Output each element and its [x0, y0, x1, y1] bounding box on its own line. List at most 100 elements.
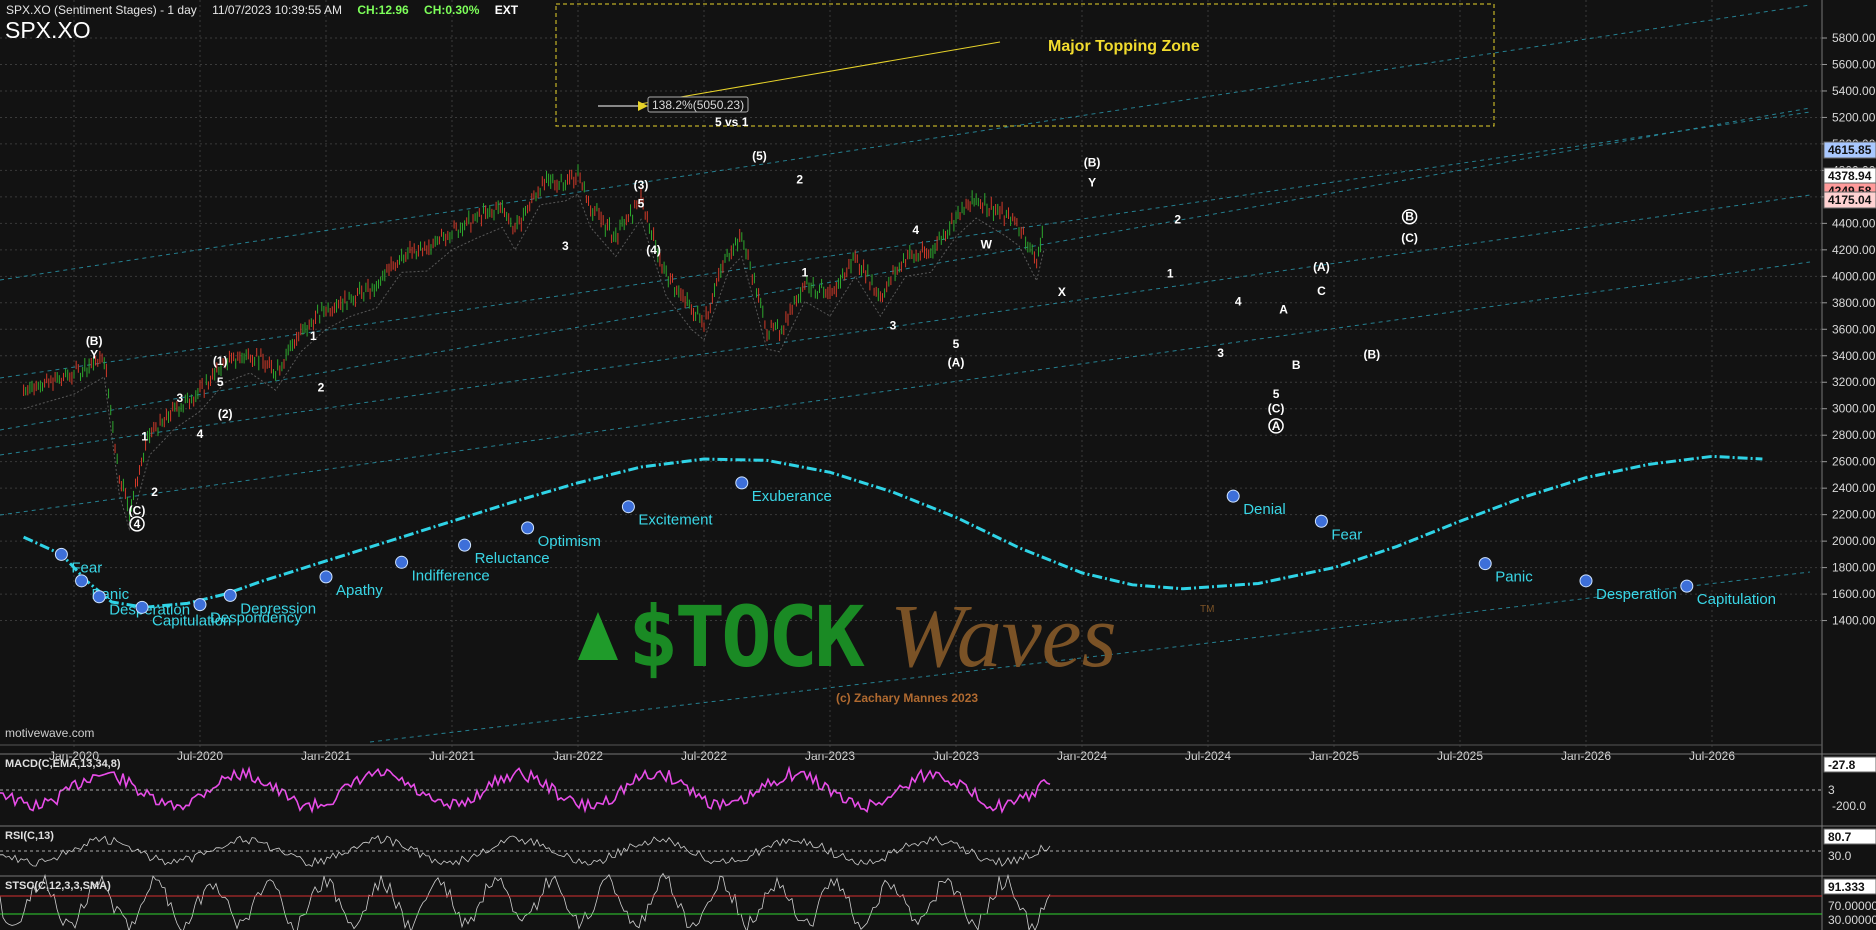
y-tick-label: 1600.00	[1832, 587, 1876, 601]
wave-label: B	[1405, 210, 1414, 224]
wave-label: 1	[310, 329, 317, 343]
sentiment-stage-dot	[319, 570, 333, 584]
wave-label: (4)	[646, 243, 661, 257]
indicator-value-2: 70.00000	[1828, 899, 1876, 913]
sentiment-stage-label: Indifference	[412, 567, 490, 584]
sentiment-stage-label: Optimism	[538, 533, 601, 550]
wave-label: 5	[1273, 387, 1280, 401]
wave-label: 2	[1174, 212, 1181, 226]
sentiment-stage-label: Fear	[71, 559, 102, 576]
wave-label: 3	[176, 391, 183, 405]
chart-change: CH:12.96	[357, 3, 409, 17]
wave-label: 1	[1167, 267, 1174, 281]
y-tick-label: 1400.00	[1832, 614, 1876, 628]
sentiment-stage-dot	[1579, 574, 1593, 588]
y-tick-label: 2800.00	[1832, 428, 1876, 442]
indicator-value: 80.7	[1828, 830, 1852, 844]
indicator-label: RSI(C,13)	[5, 830, 54, 842]
brand-waves: Waves	[890, 587, 1117, 686]
sentiment-stage-label: Capitulation	[1697, 591, 1776, 608]
x-tick-label: Jan-2024	[1057, 749, 1107, 763]
wave-label: 3	[562, 239, 569, 253]
wave-label: A	[1279, 302, 1288, 316]
y-tick-label: 4200.00	[1832, 243, 1876, 257]
wave-label: 4	[1235, 294, 1242, 308]
wave-label: A	[1272, 419, 1281, 433]
wave-label: (A)	[1313, 260, 1330, 274]
symbol-label: SPX.XO	[5, 17, 91, 43]
wave-label: (1)	[213, 354, 228, 368]
sentiment-stage-dot	[1314, 514, 1328, 528]
wave-label: Y	[90, 347, 98, 361]
y-tick-label: 2000.00	[1832, 534, 1876, 548]
chart-title: SPX.XO (Sentiment Stages) - 1 day	[6, 3, 197, 17]
sentiment-stage-dot	[521, 521, 535, 535]
wave-label: 1	[801, 265, 808, 279]
y-tick-label: 5200.00	[1832, 110, 1876, 124]
wave-label: C	[1317, 284, 1326, 298]
x-tick-label: Jul-2023	[933, 749, 979, 763]
brand-stock: $TOCK	[628, 588, 865, 686]
wave-label: (B)	[1363, 347, 1380, 361]
sentiment-stage-dot	[395, 555, 409, 569]
chart-datetime: 11/07/2023 10:39:55 AM	[212, 3, 342, 17]
sentiment-stage-dot	[223, 588, 237, 602]
x-tick-label: Jan-2021	[301, 749, 351, 763]
y-tick-label: 2600.00	[1832, 455, 1876, 469]
wave-label: 2	[151, 485, 158, 499]
sentiment-stage-dot	[92, 590, 106, 604]
indicator-value: 91.333	[1828, 880, 1865, 894]
wave-label: 2	[318, 381, 325, 395]
wave-label: 5	[638, 196, 645, 210]
y-tick-label: 4000.00	[1832, 269, 1876, 283]
indicator-scale: -200.0	[1832, 799, 1866, 813]
sentiment-stage-label: Excitement	[638, 512, 713, 529]
wave-label: (2)	[218, 407, 233, 421]
sentiment-stage-dot	[735, 476, 749, 490]
indicator-value-2: 30.0	[1828, 849, 1852, 863]
sentiment-stage-dot	[1226, 489, 1240, 503]
chart-window[interactable]: Major Topping Zone 138.2%(5050.23) 5 vs 1 …	[0, 0, 1876, 930]
chart-svg[interactable]: Major Topping Zone138.2%(5050.23)5 vs 1 …	[0, 0, 1876, 930]
indicator-label: MACD(C,EMA,13,34,8)	[5, 758, 121, 770]
x-tick-label: Jan-2025	[1309, 749, 1359, 763]
x-tick-label: Jan-2023	[805, 749, 855, 763]
sentiment-stage-dot	[458, 538, 472, 552]
sentiment-stage-dot	[75, 574, 89, 588]
brand-tm: TM	[1200, 604, 1214, 615]
sentiment-stage-dot	[193, 598, 207, 612]
y-tick-label: 4400.00	[1832, 216, 1876, 230]
y-tick-label: 2400.00	[1832, 481, 1876, 495]
fib-label: 138.2%(5050.23)	[652, 98, 744, 112]
wave-label: 5	[217, 375, 224, 389]
x-tick-label: Jul-2024	[1185, 749, 1231, 763]
sentiment-stage-label: Denial	[1243, 501, 1286, 518]
x-tick-label: Jul-2026	[1689, 749, 1735, 763]
y-tick-label: 5800.00	[1832, 31, 1876, 45]
watermark: motivewave.com	[5, 726, 95, 740]
sentiment-stage-label: Exuberance	[752, 488, 832, 505]
sentiment-stage-label: Panic	[1495, 569, 1533, 586]
wave-label: 1	[141, 429, 148, 443]
wave-label: 4	[197, 427, 204, 441]
x-tick-label: Jan-2022	[553, 749, 603, 763]
wave-label: (3)	[634, 178, 649, 192]
chart-session: EXT	[494, 3, 519, 17]
chart-header: SPX.XO (Sentiment Stages) - 1 day 11/07/…	[6, 3, 530, 17]
wave-label: W	[981, 238, 993, 252]
wave-label: (C)	[129, 504, 146, 518]
sentiment-stage-label: Depression	[240, 600, 316, 617]
sentiment-stage-label: Reluctance	[475, 550, 550, 567]
wave-label: (B)	[86, 334, 103, 348]
x-tick-label: Jan-2026	[1561, 749, 1611, 763]
y-tick-label: 2200.00	[1832, 508, 1876, 522]
y-tick-label: 1800.00	[1832, 561, 1876, 575]
wave-label: 4	[912, 223, 919, 237]
wave-label: 5	[953, 337, 960, 351]
wave-label: B	[1292, 358, 1301, 372]
wave-label: (A)	[948, 355, 965, 369]
y-tick-label: 3400.00	[1832, 349, 1876, 363]
sentiment-stage-label: Fear	[1331, 526, 1362, 543]
y-tick-label: 5600.00	[1832, 57, 1876, 71]
wave-label: 3	[1217, 346, 1224, 360]
